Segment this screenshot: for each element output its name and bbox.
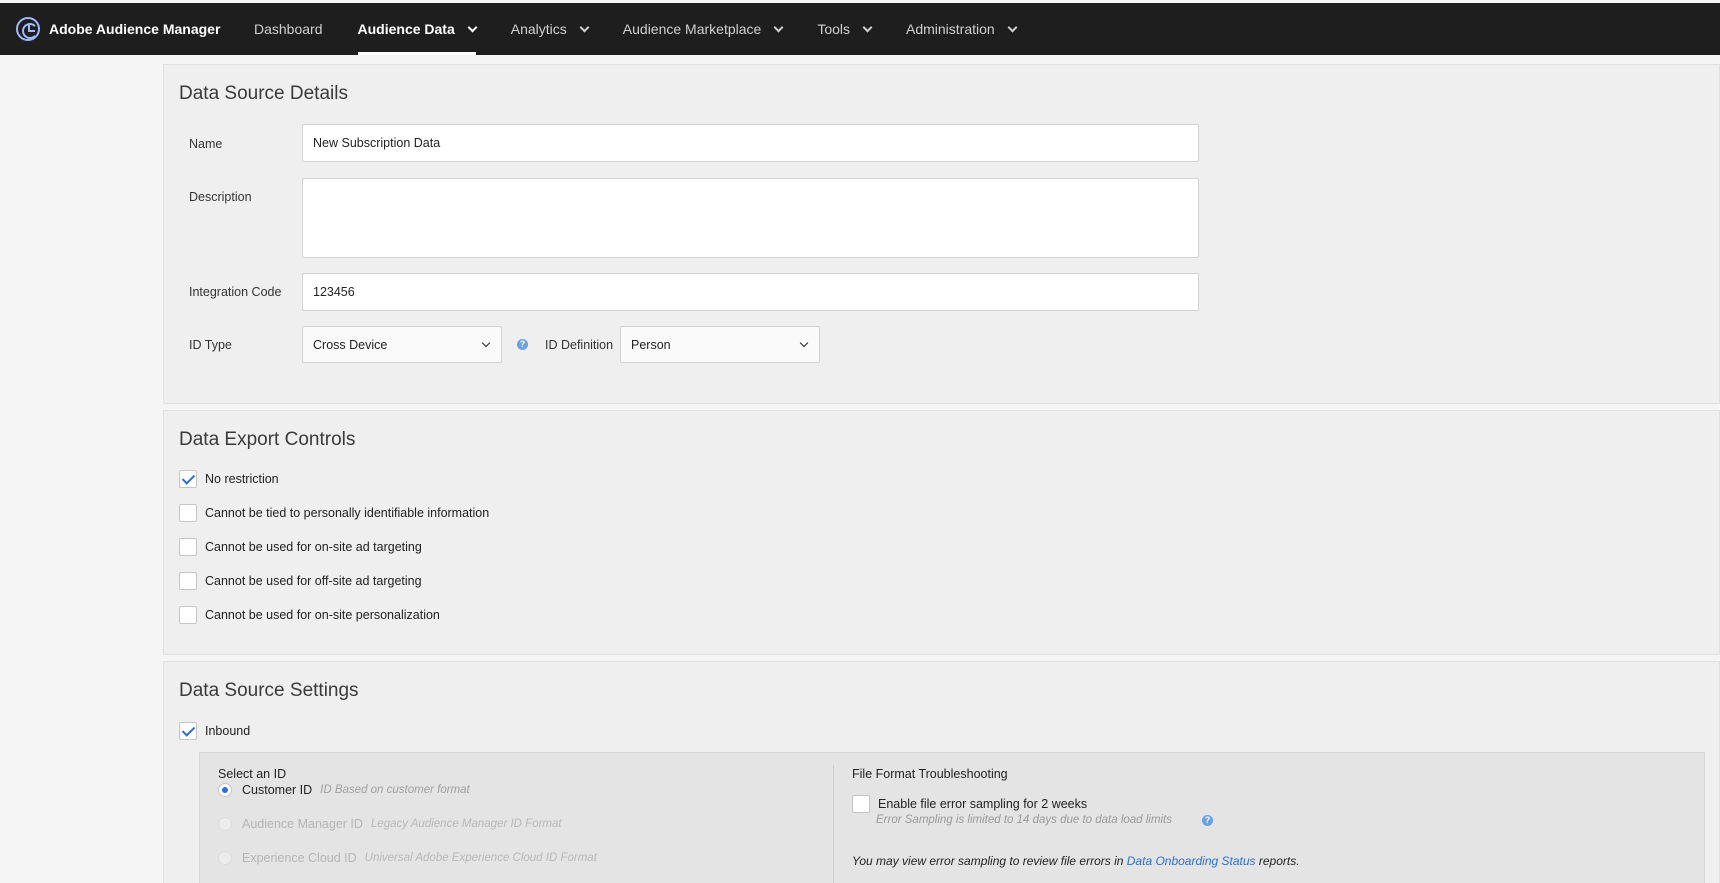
name-input[interactable]	[302, 124, 1199, 162]
nav-audience-marketplace[interactable]: Audience Marketplace	[622, 3, 784, 55]
nav-label: Audience Data	[357, 21, 455, 37]
top-navigation-bar: Adobe Audience Manager Dashboard Audienc…	[0, 3, 1720, 55]
note-prefix: You may view error sampling to review fi…	[852, 854, 1127, 868]
id-option-audience-manager-id: Audience Manager ID Legacy Audience Mana…	[218, 817, 562, 831]
id-type-label: ID Type	[189, 338, 232, 352]
checkbox[interactable]	[179, 470, 197, 488]
radio-label: Audience Manager ID	[242, 817, 363, 831]
data-source-details-panel: Data Source Details Name Description Int…	[163, 64, 1720, 404]
info-icon[interactable]: ?	[517, 339, 528, 350]
note-suffix: reports.	[1255, 854, 1300, 868]
nav-tools[interactable]: Tools	[817, 3, 873, 55]
data-export-controls-panel: Data Export Controls No restriction Cann…	[163, 410, 1720, 655]
data-source-settings-panel: Data Source Settings Inbound Select an I…	[163, 661, 1720, 883]
data-export-controls-title: Data Export Controls	[179, 429, 356, 450]
export-option-no-pii[interactable]: Cannot be tied to personally identifiabl…	[179, 504, 489, 522]
main-nav: Dashboard Audience Data Analytics Audien…	[254, 3, 1051, 55]
column-divider	[833, 765, 834, 883]
inbound-option[interactable]: Inbound	[179, 722, 250, 740]
checkbox[interactable]	[179, 722, 197, 740]
chevron-down-icon	[481, 338, 491, 347]
integration-code-label: Integration Code	[189, 285, 282, 299]
integration-code-input[interactable]	[302, 273, 1199, 311]
id-option-customer-id[interactable]: Customer ID ID Based on customer format	[218, 783, 470, 797]
chevron-down-icon	[862, 22, 873, 32]
chevron-down-icon	[579, 22, 590, 32]
radio-button	[218, 851, 232, 865]
radio-label: Customer ID	[242, 783, 313, 797]
radio-label: Experience Cloud ID	[242, 851, 357, 865]
error-sampling-note: You may view error sampling to review fi…	[852, 854, 1300, 868]
nav-label: Administration	[906, 21, 995, 37]
checkbox-label: Cannot be used for off-site ad targeting	[205, 574, 422, 588]
nav-dashboard[interactable]: Dashboard	[254, 3, 323, 55]
id-definition-label: ID Definition	[545, 338, 614, 352]
data-source-details-title: Data Source Details	[179, 83, 348, 104]
checkbox-label: Cannot be used for on-site personalizati…	[205, 608, 440, 622]
checkbox-label: Cannot be tied to personally identifiabl…	[205, 506, 490, 520]
data-onboarding-status-link[interactable]: Data Onboarding Status	[1127, 854, 1256, 868]
id-definition-select[interactable]: Person	[620, 326, 820, 363]
export-option-no-onsite-ad[interactable]: Cannot be used for on-site ad targeting	[179, 538, 422, 556]
file-format-troubleshooting-title: File Format Troubleshooting	[852, 767, 1008, 781]
export-option-no-restriction[interactable]: No restriction	[179, 470, 279, 488]
export-option-no-offsite-ad[interactable]: Cannot be used for off-site ad targeting	[179, 572, 422, 590]
id-definition-value: Person	[631, 337, 671, 352]
nav-audience-data[interactable]: Audience Data	[357, 3, 478, 55]
checkbox[interactable]	[852, 795, 870, 813]
checkbox[interactable]	[179, 606, 197, 624]
nav-administration[interactable]: Administration	[906, 3, 1018, 55]
id-option-experience-cloud-id: Experience Cloud ID Universal Adobe Expe…	[218, 851, 597, 865]
info-icon[interactable]: ?	[1202, 815, 1213, 826]
nav-label: Audience Marketplace	[622, 21, 762, 37]
export-option-no-onsite-personalization[interactable]: Cannot be used for on-site personalizati…	[179, 606, 440, 624]
radio-button	[218, 817, 232, 831]
radio-button[interactable]	[218, 783, 232, 797]
id-type-value: Cross Device	[313, 337, 388, 352]
checkbox[interactable]	[179, 538, 197, 556]
brand[interactable]: Adobe Audience Manager	[0, 17, 254, 41]
audience-manager-logo-icon	[16, 17, 40, 41]
description-textarea[interactable]	[302, 178, 1199, 258]
nav-label: Dashboard	[254, 21, 323, 37]
name-label: Name	[189, 137, 223, 151]
error-sampling-hint: Error Sampling is limited to 14 days due…	[876, 814, 1172, 826]
error-sampling-option[interactable]: Enable file error sampling for 2 weeks	[852, 795, 1087, 813]
radio-hint: ID Based on customer format	[320, 784, 470, 796]
inbound-settings-box: Select an ID Customer ID ID Based on cus…	[199, 752, 1705, 883]
checkbox[interactable]	[179, 572, 197, 590]
brand-name: Adobe Audience Manager	[49, 21, 221, 37]
checkbox-label: Inbound	[205, 724, 251, 738]
checkbox-label: No restriction	[205, 472, 279, 486]
nav-label: Analytics	[510, 21, 567, 37]
chevron-down-icon	[773, 22, 784, 32]
nav-analytics[interactable]: Analytics	[510, 3, 590, 55]
radio-hint: Legacy Audience Manager ID Format	[370, 818, 562, 830]
nav-label: Tools	[817, 21, 850, 37]
chevron-down-icon	[467, 22, 478, 32]
description-label: Description	[189, 190, 252, 204]
select-id-title: Select an ID	[218, 767, 287, 781]
chevron-down-icon	[799, 338, 809, 347]
chevron-down-icon	[1007, 22, 1018, 32]
checkbox[interactable]	[179, 504, 197, 522]
data-source-settings-title: Data Source Settings	[179, 680, 359, 701]
checkbox-label: Enable file error sampling for 2 weeks	[878, 797, 1088, 811]
radio-hint: Universal Adobe Experience Cloud ID Form…	[364, 852, 597, 864]
checkbox-label: Cannot be used for on-site ad targeting	[205, 540, 422, 554]
id-type-select[interactable]: Cross Device	[302, 326, 502, 363]
